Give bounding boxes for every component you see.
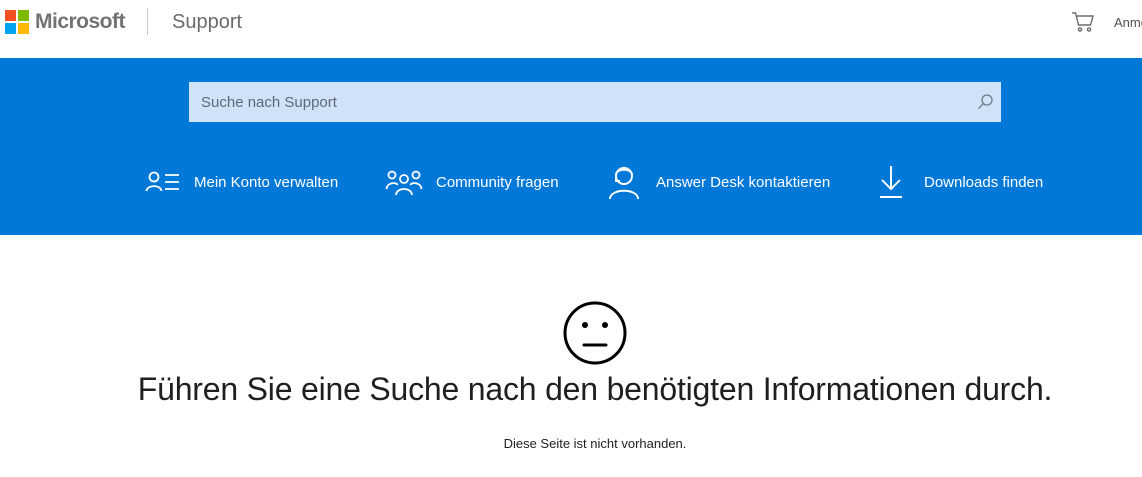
- headset-icon: [605, 163, 643, 201]
- support-title-link[interactable]: Support: [172, 11, 242, 34]
- brand-name: Microsoft: [35, 10, 126, 33]
- download-icon: [872, 163, 910, 201]
- quick-link-manage-account[interactable]: Mein Konto verwalten: [143, 158, 338, 206]
- microsoft-logo-link[interactable]: Microsoft: [5, 10, 126, 34]
- header-divider: [147, 8, 148, 35]
- support-hero-band: Mein Konto verwalten Community fragen: [0, 58, 1142, 235]
- search-input[interactable]: [189, 82, 969, 122]
- account-list-icon: [143, 163, 181, 201]
- microsoft-logo-icon: [5, 10, 29, 34]
- neutral-face-icon: [562, 300, 628, 366]
- community-icon: [385, 163, 423, 201]
- not-found-message: Diese Seite ist nicht vorhanden.: [503, 436, 687, 451]
- quick-link-label: Downloads finden: [924, 173, 1044, 191]
- quick-link-downloads[interactable]: Downloads finden: [872, 158, 1043, 206]
- quick-link-label: Community fragen: [436, 173, 559, 191]
- search-box: [189, 82, 1001, 122]
- quick-link-answer-desk[interactable]: Answer Desk kontaktieren: [605, 158, 830, 206]
- shopping-cart-icon[interactable]: [1071, 11, 1095, 33]
- sign-in-link[interactable]: Anme: [1114, 15, 1142, 30]
- page-headline: Führen Sie eine Suche nach den benötigte…: [137, 371, 1053, 407]
- quick-link-community[interactable]: Community fragen: [385, 158, 559, 206]
- search-icon[interactable]: [975, 92, 995, 112]
- site-header: Microsoft Support Anme: [0, 0, 1142, 58]
- quick-links: Mein Konto verwalten Community fragen An…: [0, 158, 1142, 206]
- quick-link-label: Answer Desk kontaktieren: [656, 173, 831, 191]
- quick-link-label: Mein Konto verwalten: [194, 173, 339, 191]
- main-content: Führen Sie eine Suche nach den benötigte…: [0, 235, 1142, 477]
